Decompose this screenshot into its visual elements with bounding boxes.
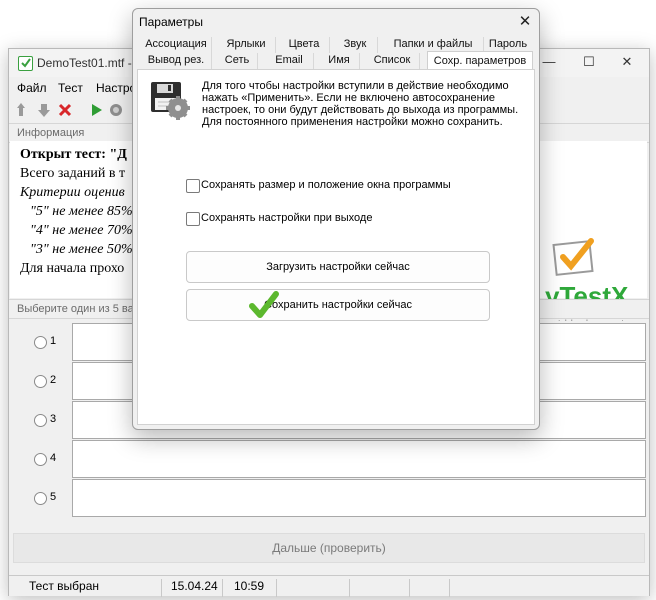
answer-radio[interactable] — [34, 492, 47, 505]
window-title: DemoTest01.mtf - M — [37, 56, 146, 70]
answer-radio[interactable] — [34, 375, 47, 388]
drag-up-icon[interactable] — [16, 102, 32, 118]
answer-text-box[interactable] — [72, 440, 646, 478]
dialog-title: Параметры — [139, 15, 203, 29]
app-icon — [18, 56, 33, 71]
answer-number: 3 — [50, 413, 57, 425]
answer-number: 2 — [50, 374, 57, 386]
menu-file[interactable]: Файл — [17, 81, 47, 95]
tab-association[interactable]: Ассоциация — [141, 37, 212, 53]
info-line-criteria: Критерии оценив — [20, 185, 125, 200]
info-line-grade-5: "5" не менее 85% — [30, 204, 133, 219]
tab-colors[interactable]: Цвета — [279, 37, 330, 53]
maximize-button[interactable]: ☐ — [569, 51, 609, 75]
floppy-gear-icon — [151, 82, 190, 120]
green-check-icon — [249, 291, 279, 318]
save-settings-label: Сохранить настройки сейчас — [264, 299, 412, 311]
info-line-grade-3: "3" не менее 50% — [30, 242, 133, 257]
tab-save-settings[interactable]: Сохр. параметров — [427, 51, 533, 71]
stop-icon[interactable] — [108, 102, 124, 118]
dialog-close-button[interactable]: ✕ — [515, 12, 535, 32]
status-separator — [409, 579, 410, 597]
tab-email[interactable]: Email — [265, 53, 314, 69]
save-settings-button[interactable]: Сохранить настройки сейчас — [186, 289, 490, 321]
status-separator — [161, 579, 162, 597]
menu-settings[interactable]: Настро — [96, 81, 136, 95]
save-window-label: Сохранять размер и положение окна програ… — [201, 179, 451, 191]
tab-network[interactable]: Сеть — [217, 53, 258, 69]
save-on-exit-checkbox[interactable] — [186, 212, 200, 226]
load-settings-label: Загрузить настройки сейчас — [266, 261, 410, 273]
tab-name[interactable]: Имя — [319, 53, 360, 69]
next-check-button[interactable]: Дальше (проверить) — [13, 533, 645, 563]
status-time: 10:59 — [234, 579, 265, 593]
info-line-start: Для начала прохо — [20, 261, 125, 276]
tab-output[interactable]: Вывод рез. — [141, 53, 212, 69]
info-line-total: Всего заданий в т — [20, 166, 126, 181]
status-separator — [349, 579, 350, 597]
answer-number: 4 — [50, 452, 57, 464]
delete-icon[interactable] — [57, 102, 73, 118]
answer-number: 1 — [50, 335, 57, 347]
save-on-exit-label: Сохранять настройки при выходе — [201, 212, 373, 224]
close-button[interactable]: ✕ — [607, 51, 647, 75]
answer-row[interactable]: 4 — [10, 440, 647, 478]
settings-description: Для того чтобы настройки вступили в дейс… — [202, 80, 519, 128]
tab-sound[interactable]: Звук — [333, 37, 378, 53]
tab-shortcuts[interactable]: Ярлыки — [217, 37, 276, 53]
answer-radio[interactable] — [34, 453, 47, 466]
answer-number: 5 — [50, 491, 57, 503]
load-settings-button[interactable]: Загрузить настройки сейчас — [186, 251, 490, 283]
save-window-checkbox[interactable] — [186, 179, 200, 193]
status-state: Тест выбран — [29, 579, 100, 593]
play-icon[interactable] — [88, 102, 104, 118]
answer-text-box[interactable] — [72, 479, 646, 517]
status-bar: Тест выбран 15.04.24 10:59 — [9, 575, 649, 597]
info-header-label: Информация — [17, 127, 85, 139]
tab-list[interactable]: Список — [365, 53, 420, 69]
answers-header-label: Выберите один из 5 вар — [17, 303, 140, 315]
logo-check-icon — [552, 238, 594, 276]
save-settings-panel: Для того чтобы настройки вступили в дейс… — [137, 69, 535, 425]
status-separator — [222, 579, 223, 597]
info-line-opened: Открыт тест: "Д — [20, 147, 127, 162]
settings-dialog: Параметры ✕ Ассоциация Ярлыки Цвета Звук… — [132, 8, 540, 430]
menu-test[interactable]: Тест — [58, 81, 83, 95]
answer-radio[interactable] — [34, 336, 47, 349]
arrow-down-icon[interactable] — [36, 102, 52, 118]
answer-radio[interactable] — [34, 414, 47, 427]
status-separator — [276, 579, 277, 597]
status-separator — [449, 579, 450, 597]
tabs-row-bottom: Вывод рез. Сеть Email Имя Список Сохр. п… — [137, 51, 533, 71]
status-date: 15.04.24 — [171, 579, 218, 593]
answer-row[interactable]: 5 — [10, 479, 647, 517]
info-line-grade-4: "4" не менее 70% — [30, 223, 133, 238]
